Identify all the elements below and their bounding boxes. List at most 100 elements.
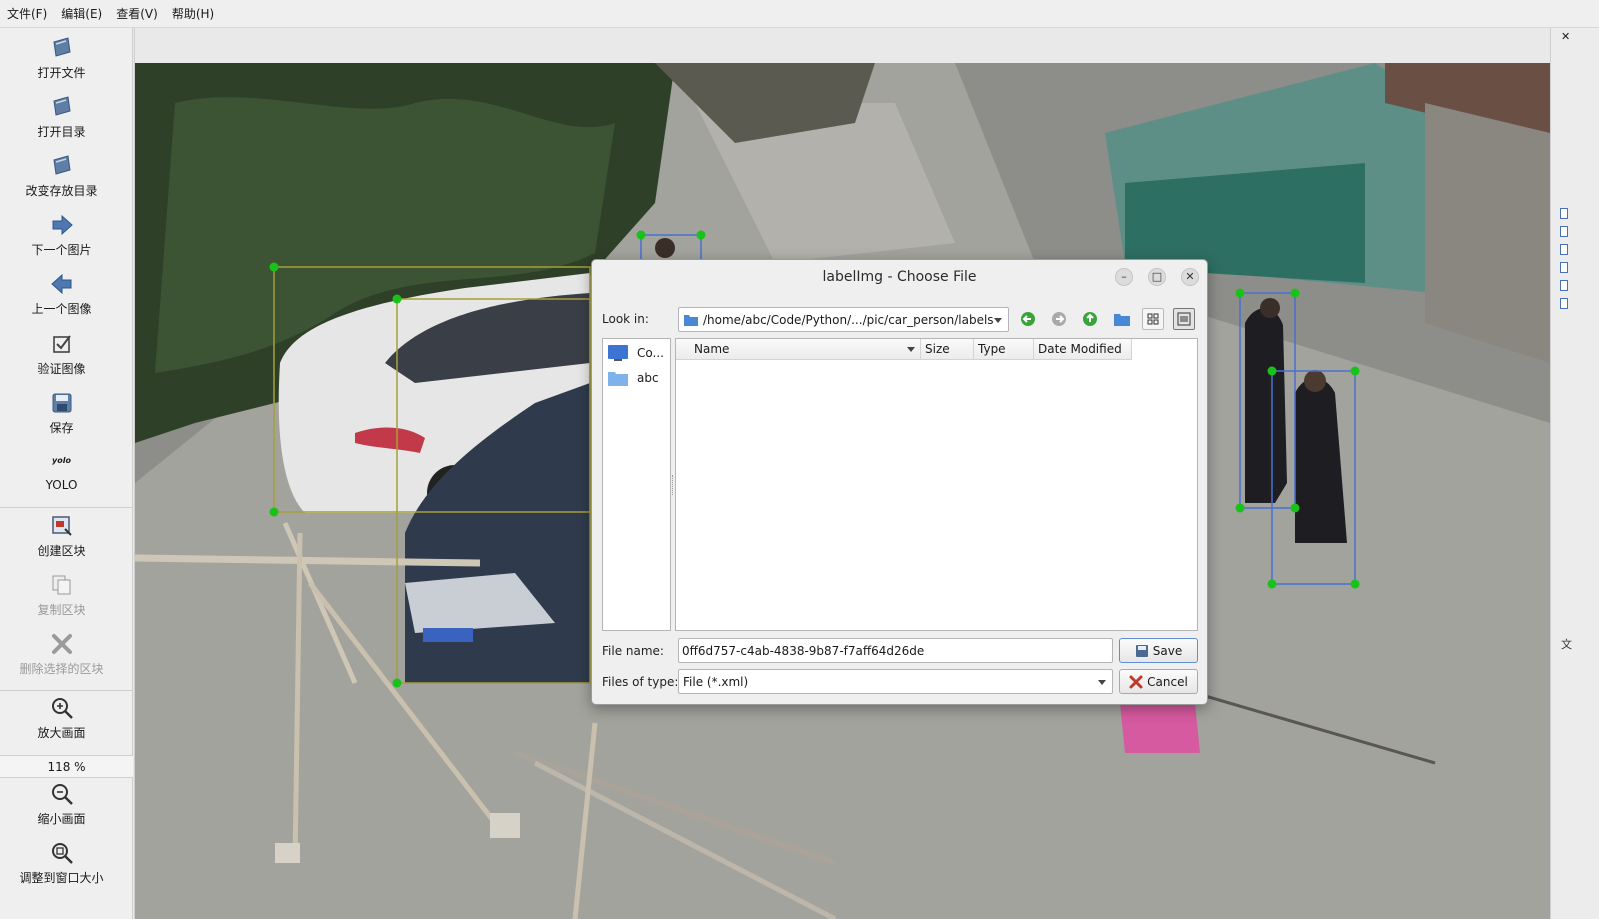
floppy-icon bbox=[1135, 644, 1148, 657]
fit-window-label: 调整到窗口大小 bbox=[19, 871, 104, 885]
new-folder-icon[interactable] bbox=[1110, 307, 1134, 331]
right-dock bbox=[1550, 28, 1599, 919]
checkbox-icon bbox=[52, 335, 71, 353]
delete-box-button[interactable]: 删除选择的区块 bbox=[0, 632, 123, 677]
yolo-button[interactable]: yolo YOLO bbox=[0, 450, 123, 492]
menu-edit[interactable]: 编辑(E) bbox=[54, 0, 109, 28]
places-sidebar: Co... abc bbox=[602, 338, 671, 631]
yolo-label: YOLO bbox=[45, 478, 78, 492]
save-button[interactable]: 保存 bbox=[0, 391, 123, 436]
grid-icon bbox=[1147, 313, 1159, 325]
verify-image-label: 验证图像 bbox=[37, 362, 86, 376]
file-name-value: 0ff6d757-c4ab-4838-9b87-f7aff64d26de bbox=[682, 643, 925, 658]
menu-help[interactable]: 帮助(H) bbox=[165, 0, 221, 28]
detail-view-button[interactable] bbox=[1173, 308, 1195, 330]
next-image-button[interactable]: 下一个图片 bbox=[0, 213, 123, 258]
look-in-combo[interactable]: /home/abc/Code/Python/.../pic/car_person… bbox=[678, 307, 1009, 332]
change-save-dir-icon bbox=[52, 155, 71, 175]
verify-image-button[interactable]: 验证图像 bbox=[0, 332, 123, 377]
copy-icon bbox=[52, 575, 70, 595]
toolbar-separator bbox=[0, 690, 133, 691]
place-home[interactable]: abc bbox=[607, 367, 659, 389]
maximize-button[interactable]: □ bbox=[1148, 268, 1166, 286]
icon-view-button[interactable] bbox=[1142, 308, 1164, 330]
look-in-path: /home/abc/Code/Python/.../pic/car_person… bbox=[703, 312, 994, 327]
dock-close-icon[interactable]: ✕ bbox=[1561, 30, 1570, 43]
label-checkbox[interactable] bbox=[1560, 244, 1568, 255]
sort-indicator-icon bbox=[907, 347, 915, 352]
zoom-out-label: 缩小画面 bbox=[37, 812, 86, 826]
zoom-in-button[interactable]: 放大画面 bbox=[0, 696, 123, 741]
column-date-modified[interactable]: Date Modified bbox=[1034, 339, 1132, 360]
zoom-in-icon bbox=[51, 698, 73, 719]
zoom-out-icon bbox=[51, 784, 73, 805]
file-name-input[interactable]: 0ff6d757-c4ab-4838-9b87-f7aff64d26de bbox=[678, 638, 1113, 663]
label-checkbox[interactable] bbox=[1560, 262, 1568, 273]
save-dialog-button[interactable]: Save bbox=[1119, 638, 1198, 663]
file-list[interactable]: Name Size Type Date Modified bbox=[675, 338, 1198, 631]
cancel-icon bbox=[1129, 675, 1143, 688]
prev-image-label: 上一个图像 bbox=[31, 302, 92, 316]
open-file-button[interactable]: 打开文件 bbox=[0, 36, 123, 81]
duplicate-box-button[interactable]: 复制区块 bbox=[0, 573, 123, 618]
zoom-level[interactable]: 118 % bbox=[0, 755, 133, 778]
place-computer[interactable]: Co... bbox=[607, 342, 664, 364]
open-dir-button[interactable]: 打开目录 bbox=[0, 95, 123, 140]
open-file-label: 打开文件 bbox=[37, 66, 86, 80]
cancel-label: Cancel bbox=[1147, 674, 1188, 689]
fit-window-button[interactable]: 调整到窗口大小 bbox=[0, 841, 123, 886]
place-home-label: abc bbox=[637, 371, 659, 385]
chevron-down-icon bbox=[994, 317, 1002, 323]
close-button[interactable]: ✕ bbox=[1181, 268, 1199, 286]
column-name-label: Name bbox=[694, 342, 730, 356]
file-type-value: File (*.xml) bbox=[683, 674, 749, 689]
cancel-button[interactable]: Cancel bbox=[1119, 669, 1198, 694]
floppy-icon bbox=[52, 393, 71, 413]
back-icon[interactable] bbox=[1016, 307, 1040, 331]
menu-file[interactable]: 文件(F) bbox=[0, 0, 54, 28]
list-icon bbox=[1177, 312, 1191, 326]
minimize-button[interactable]: – bbox=[1115, 268, 1133, 286]
up-icon[interactable] bbox=[1078, 307, 1102, 331]
file-list-header: 文 bbox=[1561, 638, 1572, 651]
folder-icon bbox=[608, 372, 628, 386]
column-type[interactable]: Type bbox=[974, 339, 1034, 360]
label-checkbox[interactable] bbox=[1560, 298, 1568, 309]
left-toolbar: 打开文件 打开目录 改变存放目录 下一个图片 上一个图像 验证图像 保存 yol… bbox=[0, 28, 133, 919]
menu-view[interactable]: 查看(V) bbox=[109, 0, 165, 28]
prev-image-button[interactable]: 上一个图像 bbox=[0, 272, 123, 317]
column-name[interactable]: Name bbox=[676, 339, 921, 360]
fit-window-icon bbox=[51, 843, 73, 864]
menu-bar: 文件(F) 编辑(E) 查看(V) 帮助(H) bbox=[0, 0, 1599, 28]
zoom-out-button[interactable]: 缩小画面 bbox=[0, 782, 123, 827]
open-dir-label: 打开目录 bbox=[37, 125, 86, 139]
create-box-button[interactable]: 创建区块 bbox=[0, 514, 123, 559]
computer-icon bbox=[608, 345, 628, 361]
look-in-label: Look in: bbox=[602, 312, 649, 326]
open-dir-icon bbox=[52, 96, 71, 116]
label-checkbox[interactable] bbox=[1560, 208, 1568, 219]
label-checkbox[interactable] bbox=[1560, 226, 1568, 237]
label-checkbox[interactable] bbox=[1560, 280, 1568, 291]
folder-icon bbox=[684, 314, 698, 326]
file-name-label: File name: bbox=[602, 644, 664, 658]
create-box-label: 创建区块 bbox=[37, 544, 86, 558]
open-file-icon bbox=[52, 37, 71, 57]
forward-icon[interactable] bbox=[1047, 307, 1071, 331]
duplicate-box-label: 复制区块 bbox=[37, 603, 86, 617]
column-size[interactable]: Size bbox=[921, 339, 974, 360]
arrow-left-icon bbox=[50, 273, 71, 295]
arrow-right-icon bbox=[52, 214, 73, 236]
delete-icon bbox=[51, 634, 72, 654]
zoom-in-label: 放大画面 bbox=[37, 726, 86, 740]
save-label: 保存 bbox=[49, 421, 74, 435]
create-box-icon bbox=[51, 516, 72, 536]
chevron-down-icon bbox=[1098, 679, 1106, 685]
save-dialog-label: Save bbox=[1152, 643, 1183, 658]
next-image-label: 下一个图片 bbox=[31, 243, 92, 257]
choose-file-dialog: labelImg - Choose File – □ ✕ Look in: /h… bbox=[591, 259, 1208, 705]
file-type-combo[interactable]: File (*.xml) bbox=[678, 669, 1113, 694]
change-save-dir-button[interactable]: 改变存放目录 bbox=[0, 154, 123, 199]
file-type-label: Files of type: bbox=[602, 675, 679, 689]
toolbar-separator bbox=[0, 507, 133, 508]
